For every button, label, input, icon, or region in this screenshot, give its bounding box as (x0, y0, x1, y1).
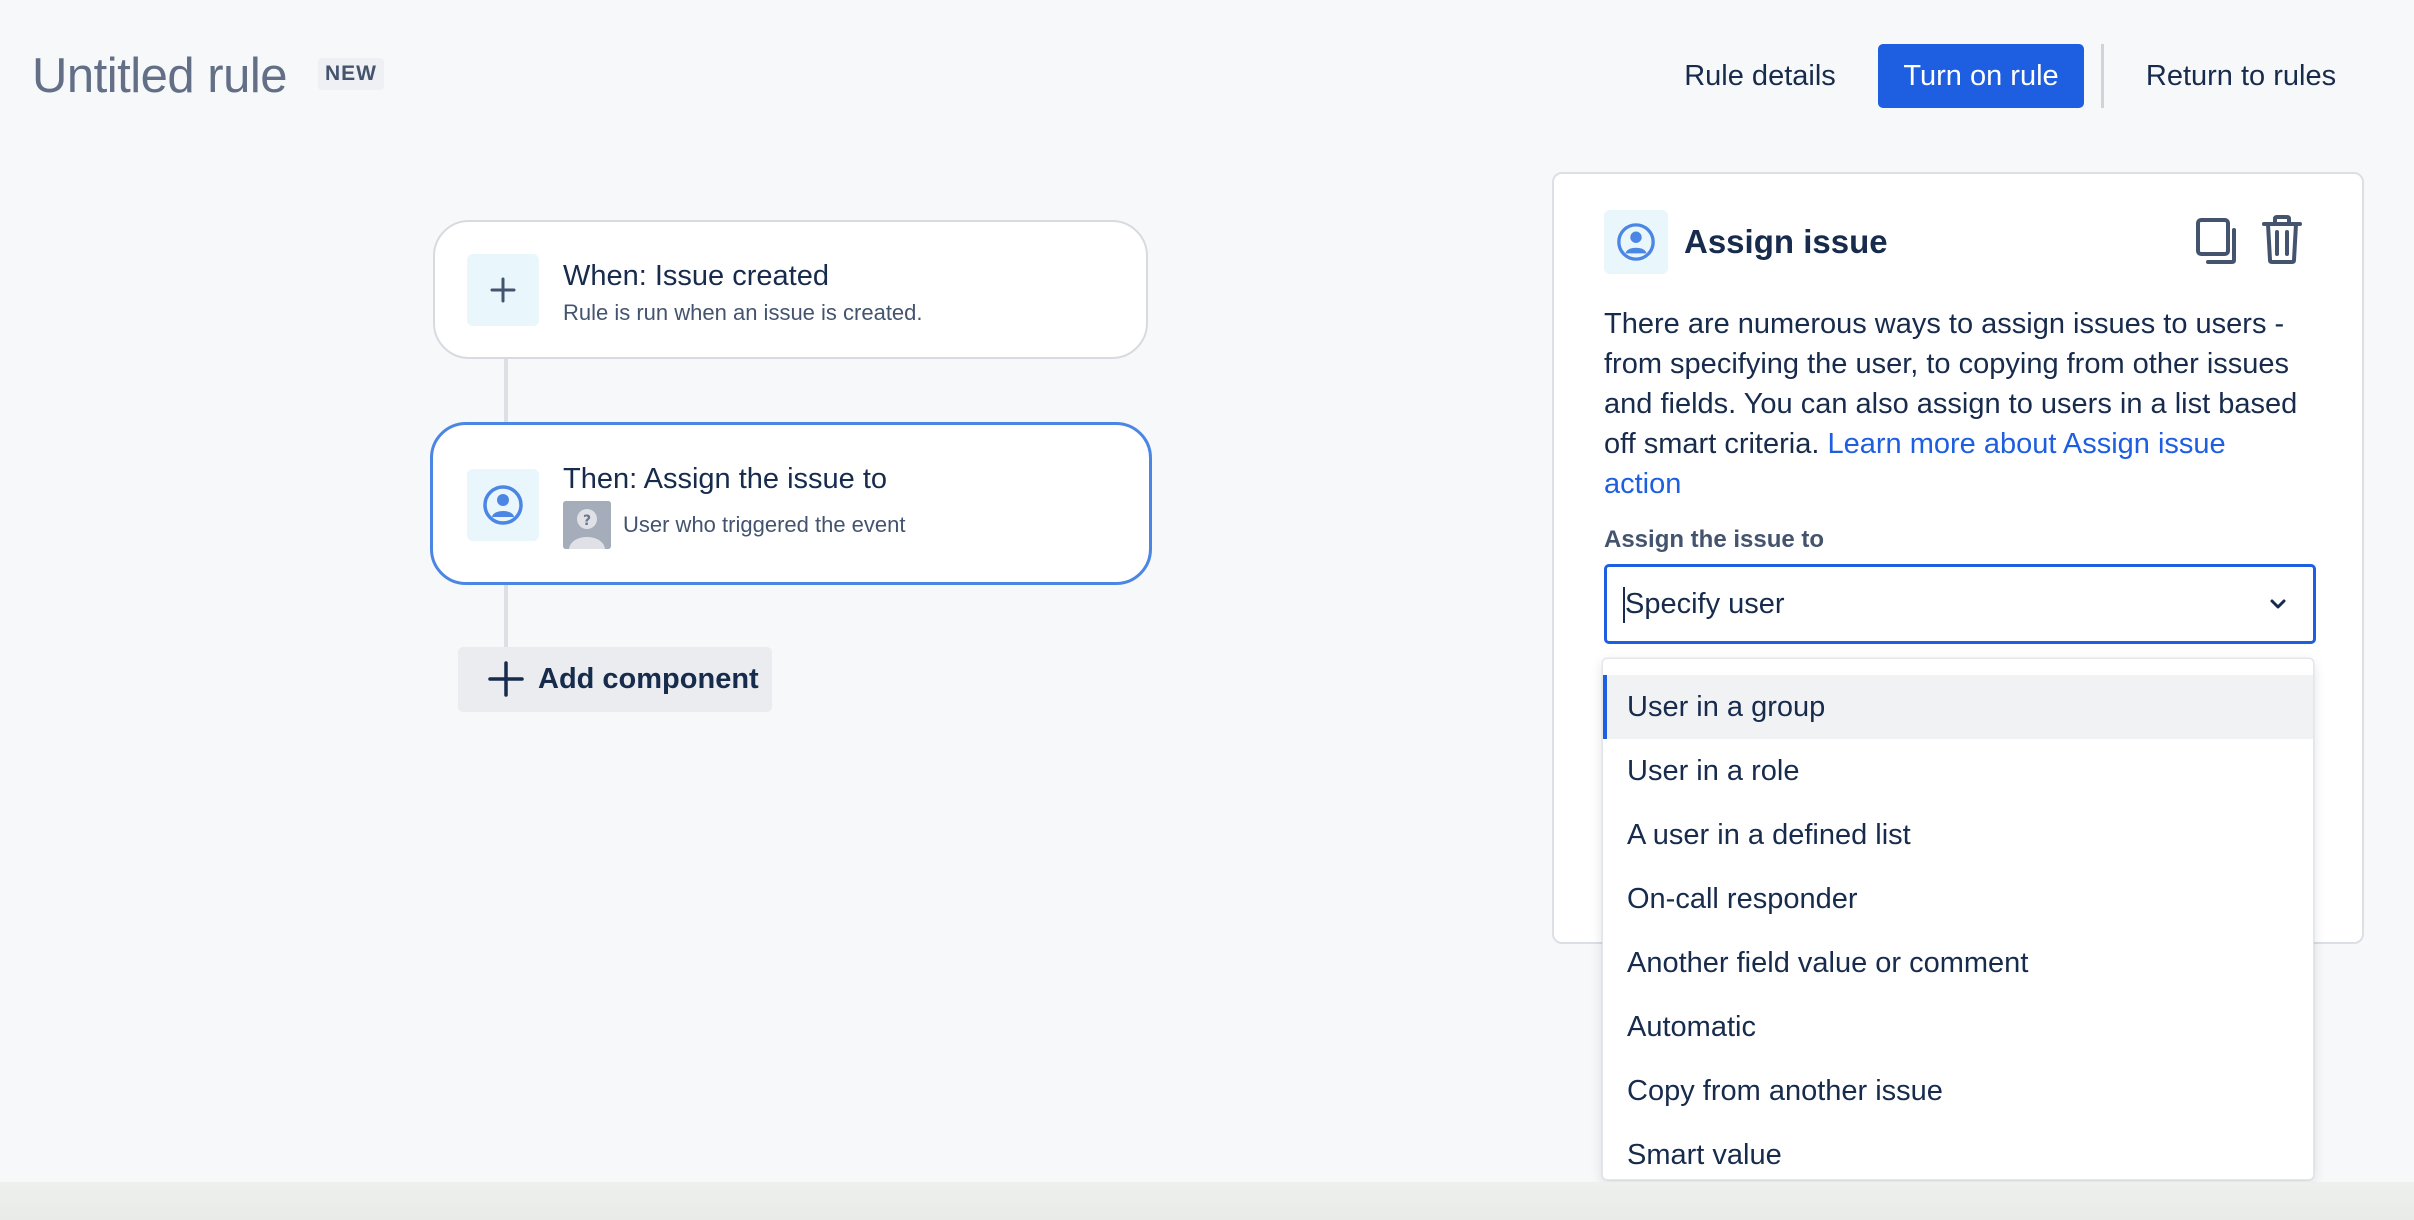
plus-icon (488, 661, 524, 697)
svg-text:?: ? (583, 513, 591, 529)
header-divider (2101, 44, 2104, 108)
dropdown-option[interactable]: Copy from another issue (1603, 1059, 2313, 1123)
rule-details-button[interactable]: Rule details (1660, 44, 1860, 108)
trigger-icon-tile (467, 254, 539, 326)
dropdown-option[interactable]: Another field value or comment (1603, 931, 2313, 995)
action-subtitle: User who triggered the event (623, 512, 906, 537)
field-label: Assign the issue to (1604, 526, 1825, 553)
panel-description: There are numerous ways to assign issues… (1604, 304, 2304, 504)
trigger-title: When: Issue created (563, 260, 829, 292)
chevron-down-icon (2270, 599, 2286, 609)
assign-to-select[interactable]: Specify user (1604, 564, 2316, 644)
dropdown-option[interactable]: On-call responder (1603, 867, 2313, 931)
bottom-strip (0, 1182, 2414, 1220)
action-title: Then: Assign the issue to (563, 463, 888, 495)
unknown-user-icon: ? (563, 501, 611, 549)
add-component-label: Add component (538, 663, 759, 695)
dropdown-option[interactable]: User in a group (1603, 675, 2313, 739)
dropdown-option[interactable]: A user in a defined list (1603, 803, 2313, 867)
return-to-rules-button[interactable]: Return to rules (2125, 44, 2357, 108)
add-component-button[interactable]: Add component (458, 647, 772, 712)
user-avatar-icon (1617, 223, 1655, 261)
duplicate-icon[interactable] (2194, 216, 2240, 266)
action-icon-tile (467, 469, 539, 541)
dropdown-option[interactable]: User in a role (1603, 739, 2313, 803)
action-card[interactable]: Then: Assign the issue to ? User who tri… (430, 422, 1152, 585)
trash-icon[interactable] (2260, 214, 2304, 266)
dropdown-option[interactable]: Automatic (1603, 995, 2313, 1059)
panel-title: Assign issue (1684, 223, 1888, 260)
turn-on-rule-button[interactable]: Turn on rule (1878, 44, 2084, 108)
page-title: Untitled rule (32, 49, 287, 103)
trigger-subtitle: Rule is run when an issue is created. (563, 300, 923, 325)
panel-icon-tile (1604, 210, 1668, 274)
user-avatar-icon (483, 485, 523, 525)
flow-connector (504, 582, 508, 649)
dropdown-option[interactable]: Smart value (1603, 1123, 2313, 1179)
avatar: ? (563, 501, 611, 549)
trigger-card[interactable]: When: Issue created Rule is run when an … (433, 220, 1148, 359)
flow-connector (504, 357, 508, 424)
status-badge: NEW (318, 58, 384, 90)
select-value: Specify user (1625, 588, 1785, 620)
plus-icon (490, 277, 516, 303)
assign-options-dropdown: User in a group User in a role A user in… (1602, 658, 2314, 1180)
